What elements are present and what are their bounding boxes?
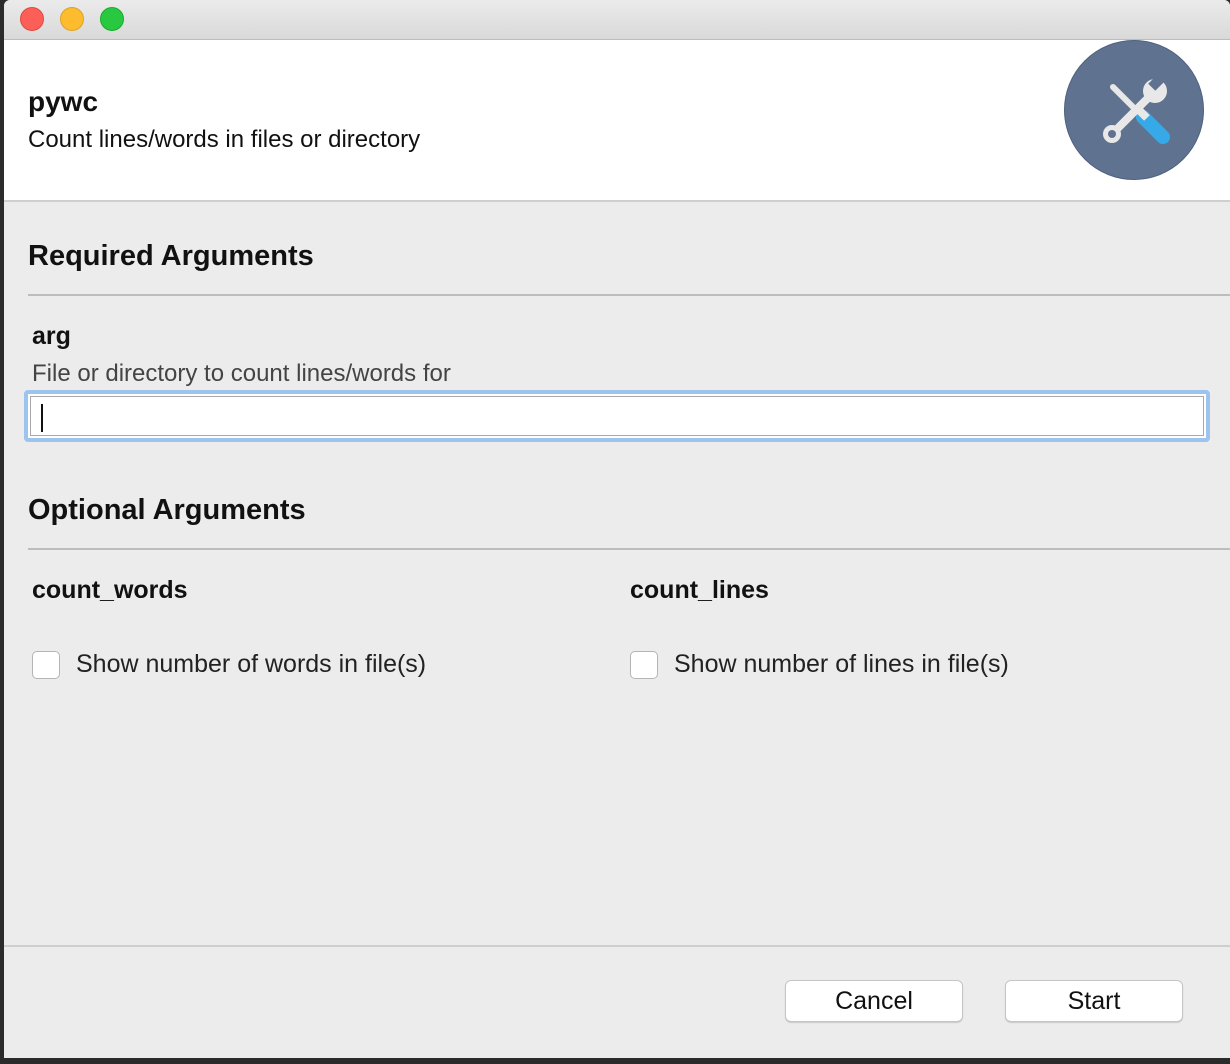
app-description: Count lines/words in files or directory: [28, 126, 421, 153]
dialog-window: pywc Count lines/words in files or direc…: [4, 0, 1230, 1058]
optional-arguments-heading: Optional Arguments: [28, 494, 306, 526]
count-words-option[interactable]: Show number of words in file(s): [32, 650, 426, 679]
arg-help-text: File or directory to count lines/words f…: [32, 360, 451, 387]
section-divider: [28, 294, 1230, 296]
header: pywc Count lines/words in files or direc…: [4, 40, 1230, 202]
cancel-button[interactable]: Cancel: [785, 980, 963, 1022]
tools-icon: [1064, 40, 1204, 180]
app-title: pywc: [28, 86, 99, 117]
count-lines-checkbox-label[interactable]: Show number of lines in file(s): [674, 650, 1009, 679]
zoom-window-button[interactable]: [100, 7, 124, 31]
footer-divider: [4, 945, 1230, 947]
count-lines-label: count_lines: [630, 576, 769, 604]
count-lines-option[interactable]: Show number of lines in file(s): [630, 650, 1009, 679]
title-bar: [4, 0, 1230, 40]
text-caret: [41, 404, 43, 432]
count-words-checkbox-label[interactable]: Show number of words in file(s): [76, 650, 426, 679]
count-lines-checkbox[interactable]: [630, 650, 658, 679]
arg-input-focus-ring: [24, 390, 1210, 442]
count-words-checkbox[interactable]: [32, 650, 60, 679]
section-divider: [28, 548, 1230, 550]
arg-input[interactable]: [30, 396, 1204, 436]
start-button[interactable]: Start: [1005, 980, 1183, 1022]
close-window-button[interactable]: [20, 7, 44, 31]
arg-label: arg: [32, 322, 71, 350]
minimize-window-button[interactable]: [60, 7, 84, 31]
count-words-label: count_words: [32, 576, 188, 604]
required-arguments-heading: Required Arguments: [28, 240, 314, 272]
